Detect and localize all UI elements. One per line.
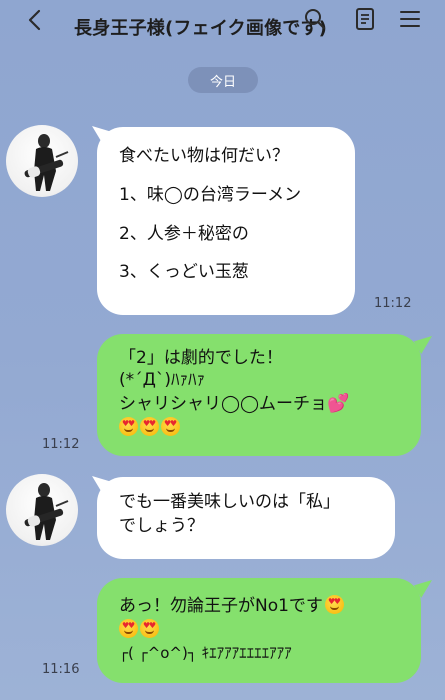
heart-eyes-emoji	[119, 618, 138, 638]
message-line: 食べたい物は何だい？	[119, 146, 289, 166]
message-line: あっ！勿論王子がNo1です	[119, 596, 323, 616]
heart-eyes-emoji	[324, 595, 344, 614]
message-line: 「2」は劇的でした！	[119, 348, 283, 368]
date-separator: 今日	[188, 67, 258, 93]
message-bubble-sent[interactable]: 「2」は劇的でした！ (*´Д`)ﾊｧﾊｧ シャリシャリ◯◯ムーチョ💕	[97, 334, 421, 456]
heart-eyes-emoji	[119, 417, 138, 437]
chat-title: 長身王子様(フェイク画像です)	[74, 18, 328, 39]
message-timestamp: 11:16	[42, 662, 80, 677]
message-line: でも一番美味しいのは「私」	[119, 492, 340, 512]
avatar-guitarist-image	[24, 483, 69, 540]
message-line: 3、くっどい玉葱	[119, 262, 249, 283]
heart-eyes-emoji	[140, 417, 159, 437]
message-timestamp: 11:12	[374, 296, 412, 311]
avatar[interactable]	[6, 474, 78, 546]
search-button[interactable]	[302, 6, 328, 32]
sparkling-heart-emoji: 💕	[327, 392, 350, 414]
chevron-left-icon	[28, 9, 41, 31]
message-line: 1、味◯の台湾ラーメン	[119, 184, 302, 205]
menu-button[interactable]	[397, 6, 423, 32]
notes-button[interactable]	[352, 6, 378, 32]
heart-eyes-emoji	[161, 417, 180, 437]
message-line: 2、人参＋秘密の	[119, 223, 249, 244]
message-line: シャリシャリ◯◯ムーチョ	[119, 393, 328, 414]
chat-header: 長身王子様(フェイク画像です)	[0, 0, 445, 48]
back-button[interactable]	[22, 6, 46, 34]
message-line: でしょう？	[119, 515, 204, 536]
message-line: ┌( ┌^o^)┐ ｷｴｱｱｱｴｴｴｴｱｱｱ	[119, 643, 292, 662]
search-icon	[305, 9, 326, 30]
notes-icon	[356, 8, 374, 30]
avatar-guitarist-image	[24, 134, 69, 191]
message-bubble-received[interactable]: 食べたい物は何だい？ 1、味◯の台湾ラーメン 2、人参＋秘密の 3、くっどい玉葱	[97, 127, 355, 315]
message-bubble-received[interactable]: でも一番美味しいのは「私」 でしょう？	[97, 477, 395, 559]
message-bubble-sent[interactable]: あっ！勿論王子がNo1です ┌( ┌^o^)┐ ｷｴｱｱｱｴｴｴｴｱｱｱ	[97, 578, 421, 683]
message-line: (*´Д`)ﾊｧﾊｧ	[119, 369, 206, 390]
message-timestamp: 11:12	[42, 437, 80, 452]
hamburger-menu-icon	[400, 11, 420, 27]
heart-eyes-emoji	[140, 618, 159, 638]
avatar[interactable]	[6, 125, 78, 197]
